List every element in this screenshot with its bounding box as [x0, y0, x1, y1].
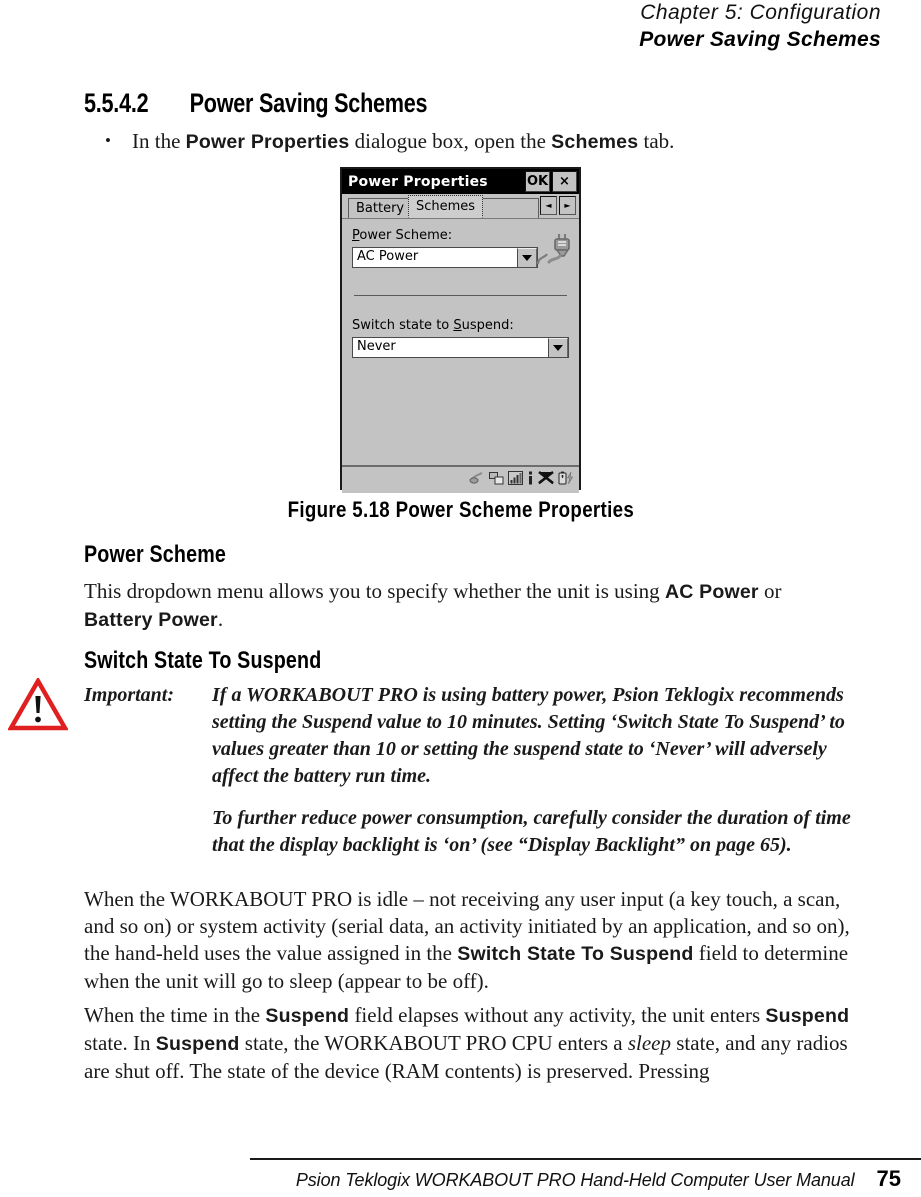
bullet-text: In the Power Properties dialogue box, op…: [132, 129, 674, 153]
important-paragraph-1: If a WORKABOUT PRO is using battery powe…: [212, 684, 845, 787]
suspend-label: Switch state to Suspend:: [352, 318, 569, 333]
chevron-down-icon[interactable]: [517, 248, 537, 267]
section-number: 5.5.4.2: [84, 88, 149, 118]
dialog-page-schemes: Power Scheme: AC Power Switch state to S…: [342, 219, 579, 493]
power-scheme-value: AC Power: [357, 249, 419, 264]
radio-disabled-icon[interactable]: [538, 470, 554, 485]
term-ac-power: AC Power: [664, 581, 759, 603]
tab-schemes[interactable]: Schemes: [408, 195, 484, 218]
bullet-text-mid: dialogue box, open the: [349, 129, 552, 153]
page-number: 75: [876, 1166, 901, 1191]
heading-power-scheme: Power Scheme: [84, 541, 226, 568]
term-suspend-3: Suspend: [155, 1033, 240, 1055]
ps-text-1: This dropdown menu allows you to specify…: [84, 579, 665, 603]
emphasis-sleep: sleep: [627, 1031, 671, 1055]
speaker-icon[interactable]: [469, 471, 485, 485]
suspend-label-tail: uspend:: [461, 318, 514, 333]
dialog-title-bar: Power Properties OK ×: [342, 169, 579, 194]
section-title: Power Saving Schemes: [189, 88, 428, 118]
section-heading: 5.5.4.2 Power Saving Schemes: [84, 88, 428, 119]
running-head-chapter: Chapter 5: Configuration: [640, 1, 881, 24]
bullet-marker: •: [105, 131, 111, 150]
dialog-title: Power Properties: [348, 173, 488, 190]
power-scheme-dropdown[interactable]: AC Power: [352, 247, 538, 268]
device-screenshot: Power Properties OK × Battery Schemes ◄ …: [340, 167, 581, 493]
term-schemes: Schemes: [551, 131, 639, 153]
term-battery-power: Battery Power: [84, 609, 218, 631]
tab-strip: Battery Schemes ◄ ►: [342, 194, 579, 219]
important-label: Important:: [84, 684, 175, 706]
battery-charging-icon[interactable]: [558, 471, 574, 485]
footer-manual-title: Psion Teklogix WORKABOUT PRO Hand-Held C…: [295, 1170, 855, 1190]
ps-text-2: or: [758, 579, 782, 603]
ps-text-3: .: [217, 607, 224, 631]
tab-strip-filler: [482, 198, 539, 218]
footer-divider: [250, 1158, 921, 1160]
device-taskbar: [342, 465, 579, 488]
suspend-value: Never: [357, 339, 396, 354]
wt-text-1: When the time in the: [84, 1003, 266, 1027]
signal-strength-icon[interactable]: [508, 470, 523, 485]
paragraph-when-time-elapses: When the time in the Suspend field elaps…: [84, 1002, 854, 1085]
heading-switch-state-to-suspend: Switch State To Suspend: [84, 647, 322, 674]
suspend-label-rest: witch state to: [360, 318, 454, 333]
chevron-left-icon[interactable]: ◄: [540, 196, 557, 215]
paragraph-when-idle: When the WORKABOUT PRO is idle – not rec…: [84, 886, 854, 995]
term-power-properties: Power Properties: [185, 131, 350, 153]
network-connection-icon[interactable]: [489, 471, 504, 485]
important-paragraph-2: To further reduce power consumption, car…: [212, 807, 851, 856]
chevron-right-icon[interactable]: ►: [559, 196, 576, 215]
bullet-item: • In the Power Properties dialogue box, o…: [84, 127, 854, 156]
chevron-down-icon[interactable]: [548, 338, 568, 357]
suspend-label-accel: S: [453, 318, 462, 333]
wt-text-3: state. In: [84, 1031, 156, 1055]
bullet-text-pre: In the: [132, 129, 186, 153]
figure-caption: Figure 5.18 Power Scheme Properties: [287, 497, 634, 522]
running-head-section: Power Saving Schemes: [639, 28, 881, 51]
power-scheme-label-rest: ower Scheme:: [359, 228, 453, 243]
paragraph-power-scheme: This dropdown menu allows you to specify…: [84, 578, 854, 634]
bullet-text-post: tab.: [638, 129, 675, 153]
ok-button[interactable]: OK: [525, 171, 550, 192]
suspend-field-group: Switch state to Suspend: Never: [352, 318, 569, 358]
important-callout: Important: If a WORKABOUT PRO is using b…: [84, 682, 854, 859]
wt-text-2: field elapses without any activity, the …: [349, 1003, 766, 1027]
section-divider: [354, 295, 567, 296]
running-head: Chapter 5: Configuration Power Saving Sc…: [241, 0, 881, 53]
ac-plug-icon: [536, 234, 570, 265]
term-switch-state-to-suspend: Switch State To Suspend: [457, 943, 694, 965]
tab-scroll-buttons: ◄ ►: [540, 196, 576, 215]
wt-text-4: state, the WORKABOUT PRO CPU enters a: [239, 1031, 628, 1055]
info-icon[interactable]: [527, 471, 534, 485]
term-suspend-2: Suspend: [765, 1005, 850, 1027]
term-suspend-1: Suspend: [265, 1005, 350, 1027]
warning-triangle-icon: [8, 678, 68, 731]
suspend-dropdown[interactable]: Never: [352, 337, 569, 358]
tab-battery[interactable]: Battery: [348, 198, 413, 218]
page-footer: Psion Teklogix WORKABOUT PRO Hand-Held C…: [250, 1166, 901, 1192]
close-icon[interactable]: ×: [552, 171, 577, 192]
